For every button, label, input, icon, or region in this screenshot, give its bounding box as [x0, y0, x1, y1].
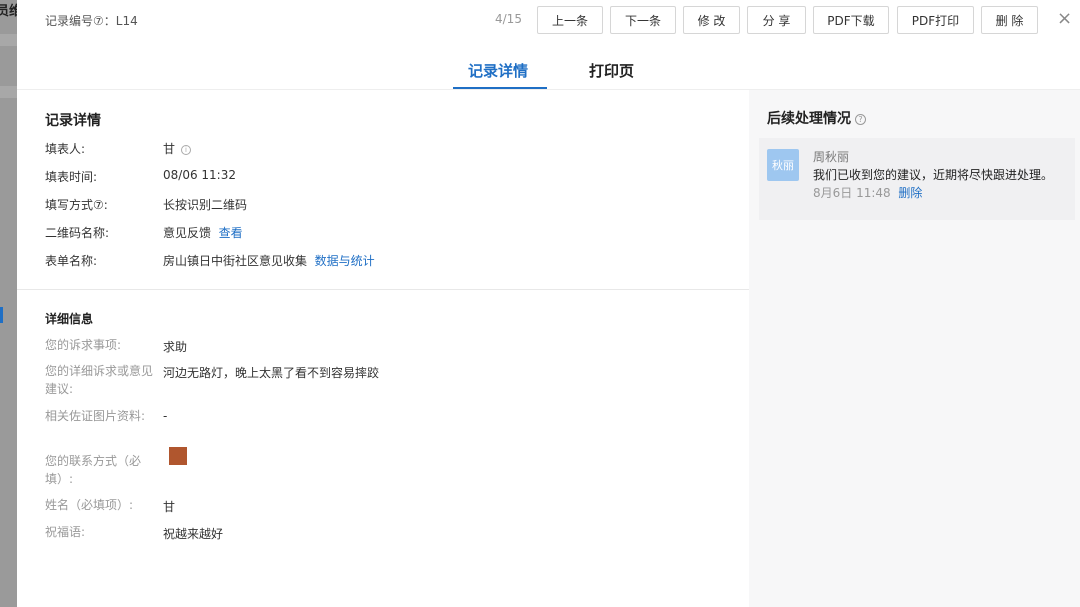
followup-title-text: 后续处理情况	[767, 111, 851, 127]
background-overlay: 员维	[0, 0, 20, 607]
section-divider	[17, 289, 749, 290]
detail-value-request: 求助	[163, 340, 188, 354]
help-icon[interactable]: ?	[855, 113, 866, 125]
next-record-button[interactable]: 下一条	[610, 6, 676, 34]
comment-time: 8月6日 11:48	[813, 186, 891, 200]
background-row	[0, 34, 17, 46]
record-detail-dialog: 记录编号⑦：L14 4/15 上一条 下一条 修 改 分 享 PDF下载 PDF…	[17, 0, 1080, 607]
record-section-title: 记录详情	[45, 113, 101, 129]
form-name-label: 表单名称:	[45, 254, 98, 268]
detail-label-contact: 您的联系方式（必填）:	[45, 454, 142, 486]
view-tabs: 记录详情 打印页	[17, 52, 1080, 90]
detail-label-blessing: 祝福语:	[45, 525, 86, 539]
qr-name-value: 意见反馈 查看	[163, 224, 243, 241]
followup-comment: 秋丽 周秋丽 我们已收到您的建议，近期将尽快跟进处理。 8月6日 11:48 删…	[759, 138, 1075, 220]
detail-value-images: -	[163, 409, 168, 423]
detail-label-images: 相关佐证图片资料:	[45, 409, 146, 423]
delete-comment-link[interactable]: 删除	[898, 186, 922, 200]
filler-name: 甘	[163, 142, 176, 156]
detail-label-request: 您的诉求事项:	[45, 338, 122, 352]
qr-name-label: 二维码名称:	[45, 226, 110, 240]
comment-author: 周秋丽	[813, 150, 850, 164]
dialog-toolbar: 记录编号⑦：L14 4/15 上一条 下一条 修 改 分 享 PDF下载 PDF…	[17, 0, 1080, 40]
form-name-text: 房山镇日中街社区意见收集	[163, 254, 308, 268]
followup-pane: 后续处理情况? 秋丽 周秋丽 我们已收到您的建议，近期将尽快跟进处理。 8月6日…	[749, 90, 1080, 607]
prev-record-button[interactable]: 上一条	[537, 6, 603, 34]
background-active-marker	[0, 307, 3, 323]
comment-message: 我们已收到您的建议，近期将尽快跟进处理。	[813, 168, 1054, 182]
tab-record-detail[interactable]: 记录详情	[468, 60, 528, 81]
record-pager: 4/15	[495, 12, 522, 26]
qr-name-text: 意见反馈	[163, 226, 212, 240]
fill-time-label: 填表时间:	[45, 170, 98, 184]
detail-value-blessing: 祝越来越好	[163, 527, 224, 541]
view-qr-link[interactable]: 查看	[219, 226, 243, 240]
filler-value: 甘i	[163, 140, 192, 157]
tab-print-page[interactable]: 打印页	[589, 60, 634, 81]
contact-image-thumbnail[interactable]	[169, 447, 187, 465]
edit-button[interactable]: 修 改	[683, 6, 740, 34]
fill-method-label: 填写方式⑦:	[45, 198, 108, 212]
close-icon[interactable]: ×	[1057, 9, 1072, 29]
active-tab-indicator	[453, 87, 547, 89]
form-name-value: 房山镇日中街社区意见收集 数据与统计	[163, 252, 375, 269]
fill-method-value: 长按识别二维码	[163, 198, 248, 212]
detail-value-name: 甘	[163, 500, 176, 514]
record-detail-pane: 记录详情 填表人: 甘i 填表时间: 08/06 11:32 填写方式⑦: 长按…	[17, 90, 749, 607]
share-button[interactable]: 分 享	[747, 6, 806, 34]
avatar: 秋丽	[767, 149, 799, 181]
background-row	[0, 86, 17, 98]
pdf-download-button[interactable]: PDF下载	[813, 6, 889, 34]
delete-button[interactable]: 删 除	[981, 6, 1038, 34]
record-id-label: 记录编号⑦：L14	[45, 14, 138, 28]
followup-title: 后续处理情况?	[767, 108, 866, 128]
detail-section-title: 详细信息	[45, 312, 94, 326]
filler-label: 填表人:	[45, 142, 86, 156]
info-icon[interactable]: i	[181, 144, 192, 155]
fill-time-value: 08/06 11:32	[163, 168, 236, 182]
detail-label-name: 姓名（必填项）:	[45, 498, 134, 512]
comment-meta: 8月6日 11:48 删除	[813, 184, 922, 201]
detail-label-suggestion: 您的详细诉求或意见建议:	[45, 364, 154, 396]
data-stats-link[interactable]: 数据与统计	[315, 254, 375, 268]
detail-value-suggestion: 河边无路灯，晚上太黑了看不到容易摔跤	[163, 366, 380, 380]
pdf-print-button[interactable]: PDF打印	[897, 6, 974, 34]
